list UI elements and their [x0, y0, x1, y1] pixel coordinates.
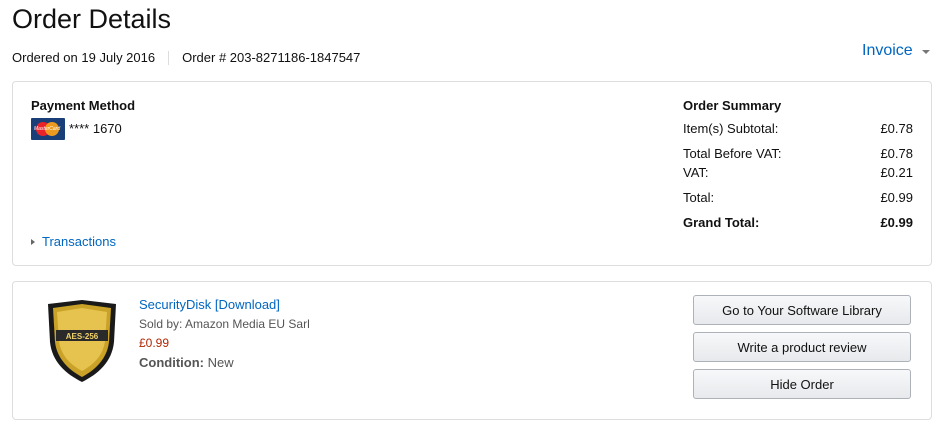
- divider: [168, 50, 170, 65]
- order-item-panel: AES-256 SecurityDisk [Download] Sold by:…: [12, 281, 932, 420]
- order-summary-heading: Order Summary: [683, 98, 782, 113]
- write-review-button[interactable]: Write a product review: [693, 332, 911, 362]
- order-number: Order # 203-8271186-1847547: [182, 50, 361, 65]
- order-info-panel: Payment Method MasterCard **** 1670 Tran…: [12, 81, 932, 266]
- invoice-label: Invoice: [862, 42, 913, 59]
- svg-text:AES-256: AES-256: [66, 332, 99, 341]
- summary-row-grand-total: Grand Total: £0.99: [683, 215, 913, 230]
- invoice-dropdown[interactable]: Invoice: [862, 42, 930, 60]
- product-image[interactable]: AES-256: [44, 298, 120, 384]
- item-price: £0.99: [139, 336, 170, 350]
- sold-by: Sold by: Amazon Media EU Sarl: [139, 317, 310, 331]
- order-meta: Ordered on 19 July 2016 Order # 203-8271…: [12, 50, 360, 65]
- mastercard-icon: MasterCard: [31, 118, 65, 140]
- summary-row-before-vat: Total Before VAT: £0.78: [683, 146, 913, 161]
- triangle-right-icon: [31, 238, 35, 245]
- software-library-button[interactable]: Go to Your Software Library: [693, 295, 911, 325]
- summary-row-vat: VAT: £0.21: [683, 165, 913, 180]
- item-condition: Condition: New: [139, 355, 234, 370]
- summary-row-subtotal: Item(s) Subtotal: £0.78: [683, 121, 913, 136]
- transactions-label: Transactions: [42, 234, 116, 249]
- caret-down-icon: [921, 50, 930, 54]
- summary-row-total: Total: £0.99: [683, 190, 913, 205]
- order-date: Ordered on 19 July 2016: [12, 50, 156, 65]
- card-number: **** 1670: [69, 121, 122, 136]
- product-title-link[interactable]: SecurityDisk [Download]: [139, 297, 280, 312]
- condition-label: Condition:: [139, 355, 204, 370]
- page-title: Order Details: [12, 4, 172, 34]
- payment-method-heading: Payment Method: [31, 98, 136, 113]
- condition-value: New: [207, 355, 234, 370]
- transactions-toggle[interactable]: Transactions: [31, 234, 116, 249]
- hide-order-button[interactable]: Hide Order: [693, 369, 911, 399]
